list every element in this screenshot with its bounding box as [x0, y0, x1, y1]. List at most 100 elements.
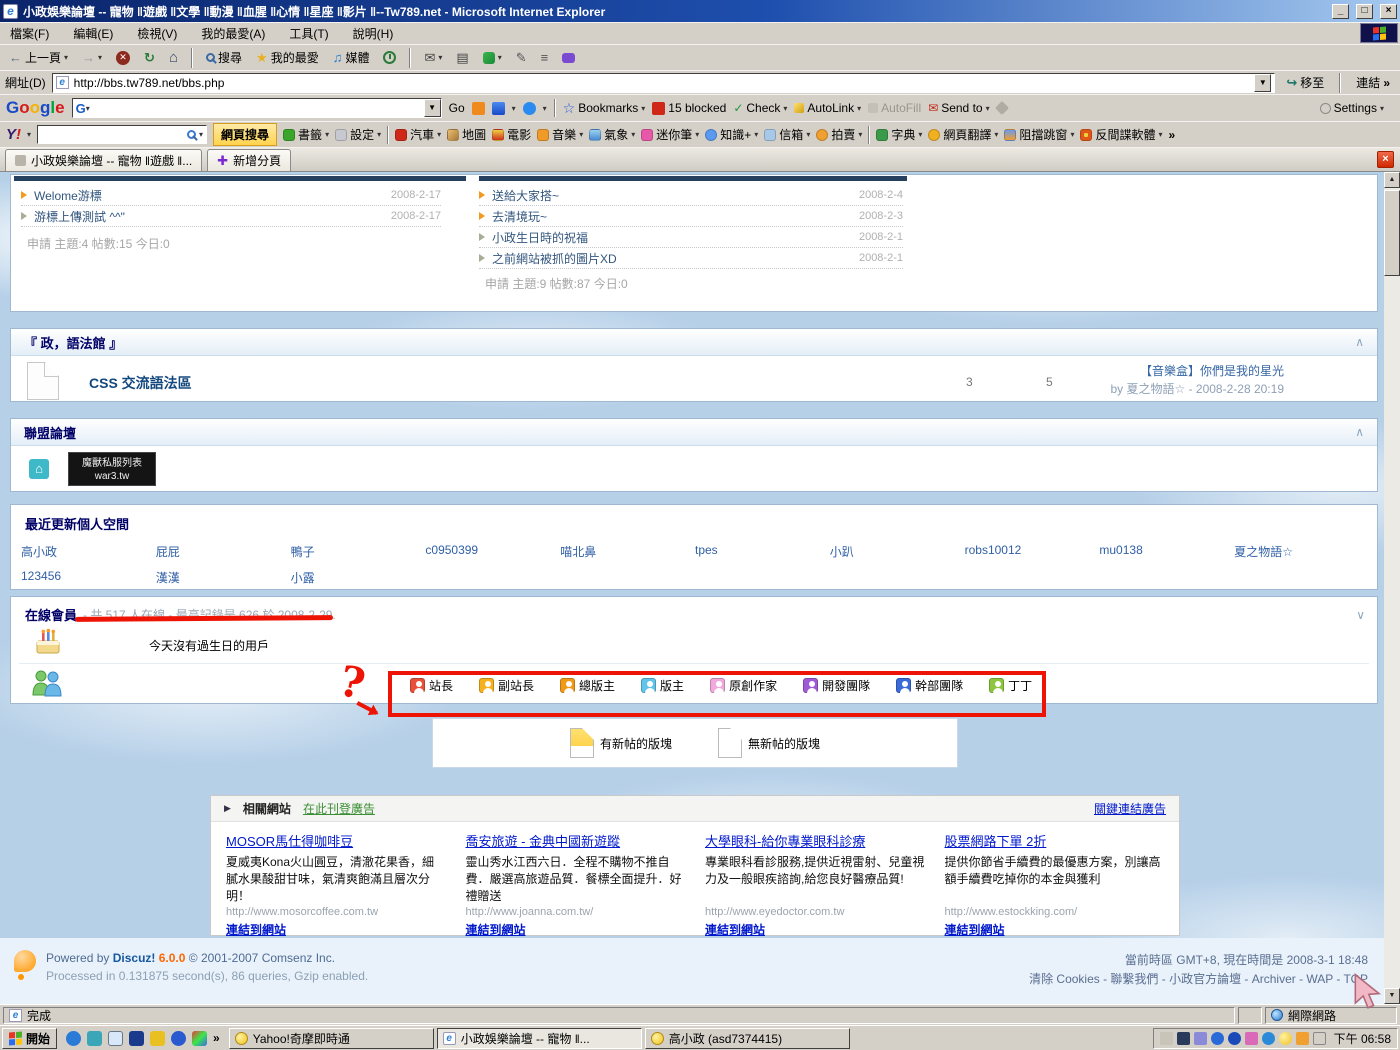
- home-link-icon[interactable]: ⌂: [29, 459, 49, 479]
- user-link[interactable]: c0950399: [425, 543, 560, 560]
- thread-link[interactable]: 之前網站被抓的圖片XD: [492, 250, 617, 267]
- taskbar-window-chat[interactable]: 高小政 (asd7374415): [645, 1028, 850, 1049]
- ad-visit-link[interactable]: 連結到網站: [945, 923, 1005, 937]
- quicklaunch-n-icon[interactable]: [192, 1031, 207, 1046]
- tray-update-icon[interactable]: [1296, 1032, 1309, 1045]
- thread-row[interactable]: 游標上傳測試 ^^" 2008-2-17: [21, 206, 441, 227]
- highlighter-icon[interactable]: [995, 101, 1009, 115]
- discuz-link[interactable]: Discuz!: [113, 951, 156, 965]
- minimize-button[interactable]: _: [1332, 4, 1349, 19]
- user-link[interactable]: 鴨子: [291, 543, 426, 560]
- yahoo-cars-button[interactable]: 汽車▾: [395, 126, 441, 143]
- forward-dropdown-icon[interactable]: ▾: [98, 53, 102, 62]
- google-voice-icon[interactable]: [523, 102, 536, 115]
- taskbar-window-messenger[interactable]: Yahoo!奇摩即時通: [229, 1028, 434, 1049]
- history-button[interactable]: [378, 50, 401, 65]
- user-link[interactable]: tpes: [695, 543, 830, 560]
- quicklaunch-shield-icon[interactable]: [150, 1031, 165, 1046]
- google-settings-button[interactable]: Settings▾: [1320, 101, 1394, 115]
- address-dropdown-icon[interactable]: ▼: [1254, 74, 1271, 92]
- home-button[interactable]: ⌂: [164, 50, 183, 65]
- post-ad-link[interactable]: 在此刊登廣告: [303, 800, 375, 817]
- category-header[interactable]: 『 政，語法館 』 ∧: [11, 329, 1377, 356]
- tray-im-icon[interactable]: [1245, 1032, 1258, 1045]
- thread-row[interactable]: 送給大家搭~ 2008-2-4: [479, 185, 903, 206]
- yahoo-logo-dropdown-icon[interactable]: ▾: [27, 130, 31, 139]
- edit-button[interactable]: ✎: [511, 50, 532, 65]
- refresh-button[interactable]: ↻: [139, 50, 160, 65]
- tray-q-icon[interactable]: [1262, 1032, 1275, 1045]
- footer-links[interactable]: 清除 Cookies - 聯繫我們 - 小政官方論壇 - Archiver - …: [1029, 970, 1368, 987]
- thread-link[interactable]: 送給大家搭~: [492, 187, 559, 204]
- thread-link[interactable]: 小政生日時的祝福: [492, 229, 588, 246]
- list-button[interactable]: ≡: [536, 50, 554, 65]
- thread-link[interactable]: 去清境玩~: [492, 208, 547, 225]
- yahoo-movies-button[interactable]: 電影: [492, 126, 531, 143]
- yahoo-weather-button[interactable]: 氣象▾: [589, 126, 635, 143]
- google-news-icon[interactable]: [472, 102, 485, 115]
- yahoo-maps-button[interactable]: 地圖: [447, 126, 486, 143]
- tab-new[interactable]: ✚ 新增分頁: [207, 149, 291, 171]
- ad-title-link[interactable]: 喬安旅遊 - 金典中國新遊蹤: [466, 831, 686, 850]
- quicklaunch-ie-icon[interactable]: [66, 1031, 81, 1046]
- yahoo-mail-button[interactable]: 信箱▾: [764, 126, 810, 143]
- last-post-link[interactable]: 【音樂盒】你們是我的星光: [1140, 364, 1284, 378]
- yahoo-antispy-button[interactable]: 反間諜軟體▾: [1080, 126, 1162, 143]
- yahoo-translate-button[interactable]: 網頁翻譯▾: [928, 126, 998, 143]
- google-search-input[interactable]: G ▾ ▼: [72, 98, 442, 118]
- google-spellcheck-button[interactable]: ✓ Check▾: [733, 101, 787, 115]
- google-bookmarks-button[interactable]: ☆ Bookmarks▾: [563, 100, 646, 117]
- favorites-button[interactable]: ★ 我的最愛: [251, 48, 324, 67]
- mail-button[interactable]: ✉ ▾: [419, 50, 447, 65]
- yahoo-knowledge-button[interactable]: 知識+▾: [705, 126, 758, 143]
- google-pagerank-icon[interactable]: [492, 102, 505, 115]
- yahoo-bookmarks-button[interactable]: 書籤▾: [283, 126, 329, 143]
- yahoo-search-dropdown-icon[interactable]: ▾: [199, 130, 203, 139]
- user-link[interactable]: 小露: [291, 569, 426, 586]
- yahoo-popup-blocker-button[interactable]: 阻擋跳窗▾: [1004, 126, 1074, 143]
- address-input[interactable]: e http://bbs.tw789.net/bbs.php ▼: [52, 73, 1276, 93]
- maximize-button[interactable]: □: [1356, 4, 1373, 19]
- forward-button[interactable]: → ▾: [77, 50, 107, 65]
- google-search-dropdown-icon[interactable]: ▼: [424, 99, 441, 117]
- yahoo-settings-button[interactable]: 設定▾: [335, 126, 381, 143]
- quicklaunch-q-icon[interactable]: [171, 1031, 186, 1046]
- ad-visit-link[interactable]: 連結到網站: [226, 923, 286, 937]
- collapse-icon[interactable]: ∧: [1355, 335, 1364, 349]
- user-link[interactable]: 漢漢: [156, 569, 291, 586]
- back-button[interactable]: ← 上一頁 ▾: [4, 48, 73, 67]
- quicklaunch-desktop-icon[interactable]: [87, 1031, 102, 1046]
- thread-row[interactable]: 小政生日時的祝福 2008-2-1: [479, 227, 903, 248]
- google-autolink-button[interactable]: AutoLink▾: [794, 101, 861, 115]
- messenger-dropdown-icon[interactable]: ▾: [498, 53, 502, 62]
- ad-title-link[interactable]: 大學眼科-給你專業眼科診療: [705, 831, 925, 850]
- tray-ime-icon[interactable]: [1313, 1032, 1326, 1045]
- yahoo-search-input[interactable]: ▾: [37, 125, 207, 144]
- print-button[interactable]: ▤: [451, 50, 473, 65]
- quicklaunch-msn-icon[interactable]: [129, 1031, 144, 1046]
- ad-visit-link[interactable]: 連結到網站: [705, 923, 765, 937]
- tray-info-icon[interactable]: [1211, 1032, 1224, 1045]
- forum-name-link[interactable]: CSS 交流語法區: [89, 373, 192, 393]
- messenger-button[interactable]: ▾: [478, 51, 507, 65]
- user-link[interactable]: 小趴: [830, 543, 965, 560]
- ad-title-link[interactable]: MOSOR馬仕得咖啡豆: [226, 831, 446, 850]
- go-button[interactable]: ↪ 移至: [1281, 73, 1329, 92]
- quicklaunch-outlook-icon[interactable]: [108, 1031, 123, 1046]
- menu-help[interactable]: 說明(H): [353, 25, 394, 42]
- user-link[interactable]: robs10012: [965, 543, 1100, 560]
- thread-link[interactable]: Welome游標: [34, 187, 102, 204]
- thread-row[interactable]: Welome游標 2008-2-17: [21, 185, 441, 206]
- mail-dropdown-icon[interactable]: ▾: [438, 53, 442, 62]
- tray-messenger-icon[interactable]: [1228, 1032, 1241, 1045]
- back-dropdown-icon[interactable]: ▾: [64, 53, 68, 62]
- collapse-icon[interactable]: ∨: [1356, 608, 1365, 622]
- scrollbar-thumb[interactable]: [1384, 190, 1400, 276]
- yahoo-logo[interactable]: Y!: [6, 126, 21, 143]
- yahoo-minipen-button[interactable]: 迷你筆▾: [641, 126, 699, 143]
- war3-banner[interactable]: 魔獸私服列表 war3.tw: [68, 452, 156, 486]
- ad-title-link[interactable]: 股票網路下單 2折: [945, 831, 1165, 850]
- search-button[interactable]: 搜尋: [201, 48, 247, 67]
- google-pagerank-dropdown-icon[interactable]: ▾: [512, 104, 516, 113]
- google-sendto-button[interactable]: ✉ Send to▾: [928, 101, 989, 115]
